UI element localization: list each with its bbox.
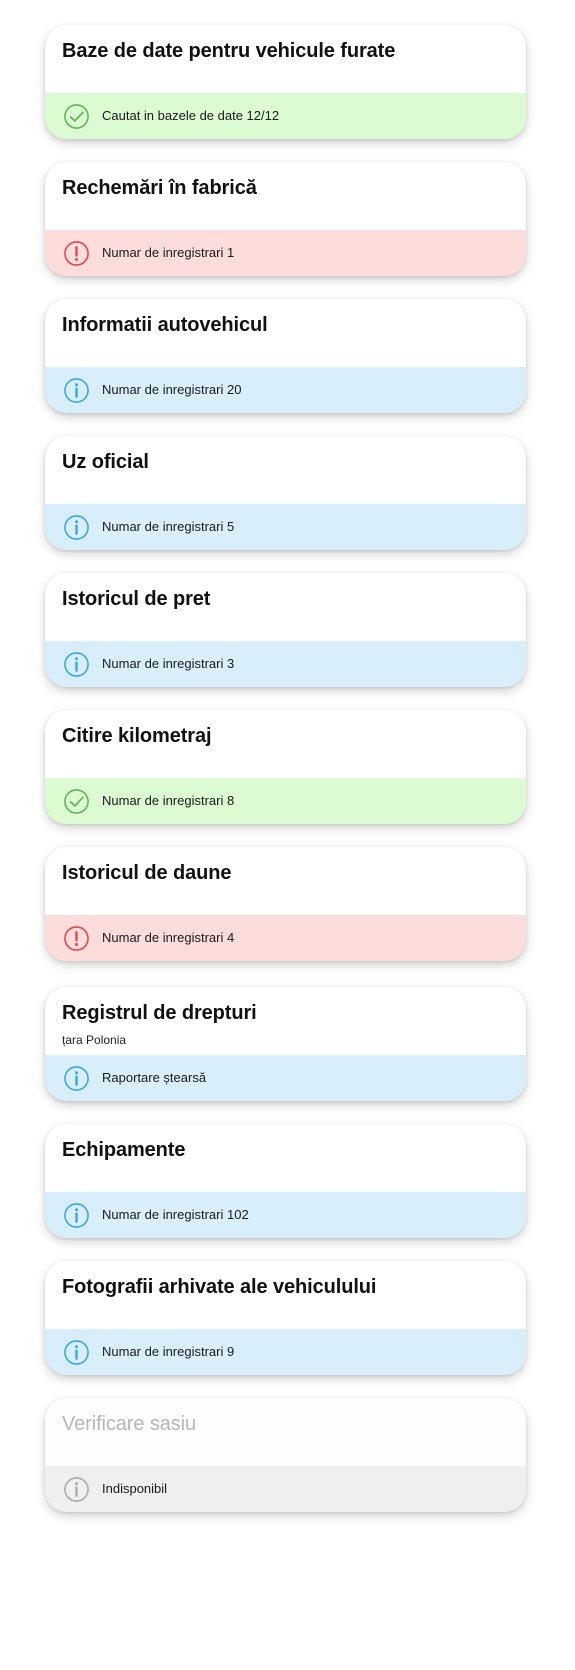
card-title: Istoricul de daune (62, 862, 232, 884)
card-status-text: Numar de inregistrari 9 (102, 1344, 235, 1359)
card-title: Istoricul de pret (62, 588, 211, 610)
card-header: Verificare sasiu (45, 1398, 526, 1466)
report-card-equipment[interactable]: Echipamente Numar de inregistrari 102 (45, 1124, 526, 1238)
card-header: Registrul de drepturi țara Polonia (45, 987, 526, 1055)
card-title: Informatii autovehicul (62, 314, 268, 336)
card-status-bar: Numar de inregistrari 4 (45, 915, 526, 961)
card-status-text: Numar de inregistrari 3 (102, 656, 235, 671)
card-title: Citire kilometraj (62, 725, 212, 747)
card-title: Echipamente (62, 1139, 186, 1161)
card-title: Verificare sasiu (62, 1413, 197, 1435)
info-circle-icon (64, 1203, 89, 1228)
card-status-bar: Numar de inregistrari 5 (45, 504, 526, 550)
exclamation-circle-icon (64, 241, 89, 266)
check-circle-icon (64, 104, 89, 129)
check-circle-icon (64, 789, 89, 814)
card-status-text: Raportare ștearsă (102, 1070, 207, 1085)
info-circle-icon (64, 1066, 89, 1091)
card-header: Istoricul de daune (45, 847, 526, 915)
report-section-list: Baze de date pentru vehicule furate Caut… (0, 0, 575, 1670)
card-status-bar: Numar de inregistrari 8 (45, 778, 526, 824)
card-status-text: Numar de inregistrari 20 (102, 382, 242, 397)
card-status-text: Numar de inregistrari 8 (102, 793, 235, 808)
card-header: Istoricul de pret (45, 573, 526, 641)
card-header: Uz oficial (45, 436, 526, 504)
card-header: Fotografii arhivate ale vehiculului (45, 1261, 526, 1329)
card-status-text: Indisponibil (102, 1481, 168, 1496)
info-circle-icon (64, 1477, 89, 1502)
report-card-archived-photos[interactable]: Fotografii arhivate ale vehiculului Numa… (45, 1261, 526, 1375)
report-card-damage-history[interactable]: Istoricul de daune Numar de inregistrari… (45, 847, 526, 961)
report-card-price-history[interactable]: Istoricul de pret Numar de inregistrari … (45, 573, 526, 687)
info-circle-icon (64, 1340, 89, 1365)
report-card-factory-recalls[interactable]: Rechemări în fabrică Numar de inregistra… (45, 162, 526, 276)
report-card-chassis-check: Verificare sasiu Indisponibil (45, 1398, 526, 1512)
card-title: Baze de date pentru vehicule furate (62, 40, 396, 62)
card-header: Citire kilometraj (45, 710, 526, 778)
report-card-vehicle-info[interactable]: Informatii autovehicul Numar de inregist… (45, 299, 526, 413)
report-card-stolen-databases[interactable]: Baze de date pentru vehicule furate Caut… (45, 25, 526, 139)
card-status-bar: Numar de inregistrari 9 (45, 1329, 526, 1375)
card-status-bar: Cautat in bazele de date 12/12 (45, 93, 526, 139)
card-status-text: Numar de inregistrari 1 (102, 245, 235, 260)
info-circle-icon (64, 515, 89, 540)
card-title: Uz oficial (62, 451, 149, 473)
card-status-bar: Numar de inregistrari 20 (45, 367, 526, 413)
card-status-bar: Raportare ștearsă (45, 1055, 526, 1101)
info-circle-icon (64, 378, 89, 403)
card-title: Rechemări în fabrică (62, 177, 257, 199)
exclamation-circle-icon (64, 926, 89, 951)
card-title: Registrul de drepturi (62, 1002, 257, 1024)
card-header: Baze de date pentru vehicule furate (45, 25, 526, 93)
card-status-bar: Numar de inregistrari 102 (45, 1192, 526, 1238)
card-status-bar: Numar de inregistrari 1 (45, 230, 526, 276)
info-circle-icon (64, 652, 89, 677)
card-header: Rechemări în fabrică (45, 162, 526, 230)
card-status-bar: Numar de inregistrari 3 (45, 641, 526, 687)
card-status-text: Numar de inregistrari 5 (102, 519, 235, 534)
card-status-bar: Indisponibil (45, 1466, 526, 1512)
report-card-rights-register[interactable]: Registrul de drepturi țara Polonia Rapor… (45, 987, 526, 1101)
report-card-official-use[interactable]: Uz oficial Numar de inregistrari 5 (45, 436, 526, 550)
card-status-text: Cautat in bazele de date 12/12 (102, 108, 280, 123)
card-status-text: Numar de inregistrari 102 (102, 1207, 249, 1222)
card-title: Fotografii arhivate ale vehiculului (62, 1276, 377, 1298)
card-header: Echipamente (45, 1124, 526, 1192)
card-header: Informatii autovehicul (45, 299, 526, 367)
report-card-mileage-reading[interactable]: Citire kilometraj Numar de inregistrari … (45, 710, 526, 824)
card-status-text: Numar de inregistrari 4 (102, 930, 235, 945)
card-subtitle: țara Polonia (62, 1033, 127, 1047)
